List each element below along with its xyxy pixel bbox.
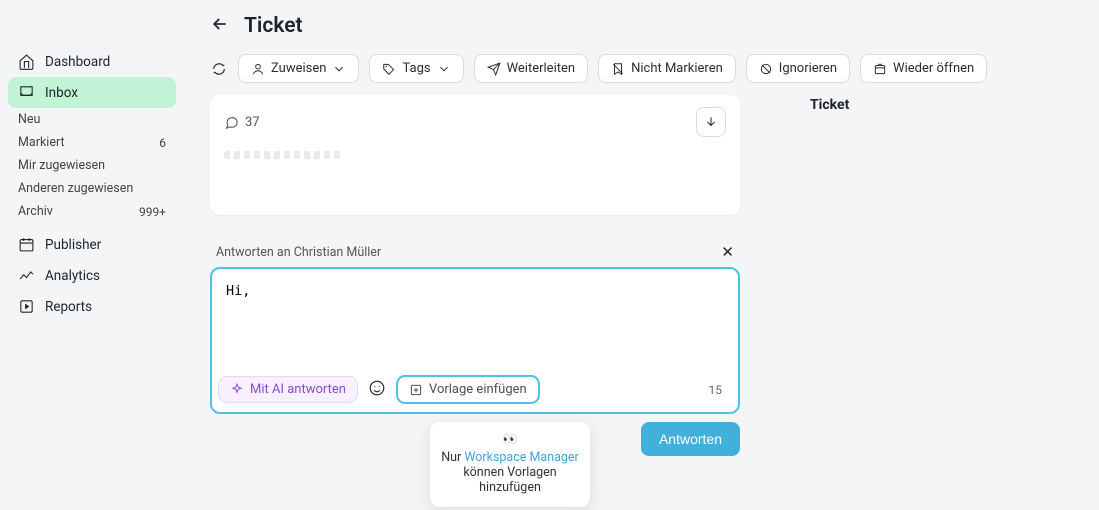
unmark-button[interactable]: Nicht Markieren: [598, 54, 736, 83]
main-area: Ticket Zuweisen Tags Weiterleiten Nicht …: [182, 0, 1099, 510]
sidebar-label-dashboard: Dashboard: [45, 54, 110, 70]
sidebar-item-analytics[interactable]: Analytics: [8, 260, 176, 291]
sidebar-sub-mir-zugewiesen[interactable]: Mir zugewiesen: [8, 154, 176, 177]
eyes-icon: 👀: [440, 432, 580, 446]
message-count: 37: [224, 115, 260, 130]
sidebar-label-inbox: Inbox: [45, 85, 78, 101]
content: 37 Antworten an Christian Müller ✕: [182, 95, 1099, 456]
template-permission-popover: 👀 Nur Workspace Manager können Vorlagen …: [430, 422, 590, 507]
markiert-count: 6: [159, 136, 166, 150]
back-arrow-icon[interactable]: [210, 14, 230, 38]
sidebar-label-reports: Reports: [45, 299, 92, 315]
emoji-button[interactable]: [368, 379, 386, 401]
analytics-icon: [18, 267, 35, 284]
workspace-manager-link[interactable]: Workspace Manager: [464, 450, 578, 465]
sidebar-item-publisher[interactable]: Publisher: [8, 229, 176, 260]
conversation-card: 37: [210, 95, 740, 215]
char-remaining: 15: [709, 383, 729, 397]
sidebar-sub-neu[interactable]: Neu: [8, 108, 176, 131]
sidebar-sub-archiv[interactable]: Archiv 999+: [8, 200, 176, 223]
conversation-column: 37 Antworten an Christian Müller ✕: [210, 95, 740, 456]
insert-template-button[interactable]: Vorlage einfügen: [396, 375, 540, 404]
calendar-icon: [18, 236, 35, 253]
popover-text: Nur Workspace Manager können Vorlagen hi…: [440, 450, 580, 495]
reply-box: Mit AI antworten Vorlage einfügen 15: [210, 267, 740, 414]
sidebar-label-analytics: Analytics: [45, 268, 100, 284]
sidebar-sub-anderen-zugewiesen[interactable]: Anderen zugewiesen: [8, 177, 176, 200]
sidebar-sub-markiert[interactable]: Markiert 6: [8, 131, 176, 154]
home-icon: [18, 53, 35, 70]
ai-reply-button[interactable]: Mit AI antworten: [218, 376, 358, 403]
reports-icon: [18, 298, 35, 315]
jump-down-button[interactable]: [696, 107, 726, 137]
assign-button[interactable]: Zuweisen: [238, 54, 359, 83]
close-reply-button[interactable]: ✕: [721, 243, 734, 261]
header: Ticket: [182, 0, 1099, 46]
sidebar-item-dashboard[interactable]: Dashboard: [8, 46, 176, 77]
right-panel-title: Ticket: [810, 97, 1071, 113]
archiv-count: 999+: [139, 205, 166, 219]
page-title: Ticket: [244, 14, 303, 38]
ticket-detail-column: Ticket: [760, 95, 1071, 456]
tags-button[interactable]: Tags: [369, 54, 463, 83]
forward-button[interactable]: Weiterleiten: [474, 54, 589, 83]
ignore-button[interactable]: Ignorieren: [746, 54, 850, 83]
submit-reply-button[interactable]: Antworten: [641, 422, 740, 456]
sidebar: Dashboard Inbox Neu Markiert 6 Mir zugew…: [0, 0, 182, 510]
sidebar-item-reports[interactable]: Reports: [8, 291, 176, 322]
reopen-button[interactable]: Wieder öffnen: [860, 54, 987, 83]
reply-input[interactable]: [212, 269, 738, 369]
toolbar: Zuweisen Tags Weiterleiten Nicht Markier…: [182, 46, 1099, 95]
refresh-button[interactable]: [210, 60, 228, 78]
reply-to-label: Antworten an Christian Müller: [216, 245, 381, 260]
inbox-icon: [18, 84, 35, 101]
message-placeholder: [224, 151, 344, 159]
sidebar-label-publisher: Publisher: [45, 237, 101, 253]
sidebar-item-inbox[interactable]: Inbox: [8, 77, 176, 108]
